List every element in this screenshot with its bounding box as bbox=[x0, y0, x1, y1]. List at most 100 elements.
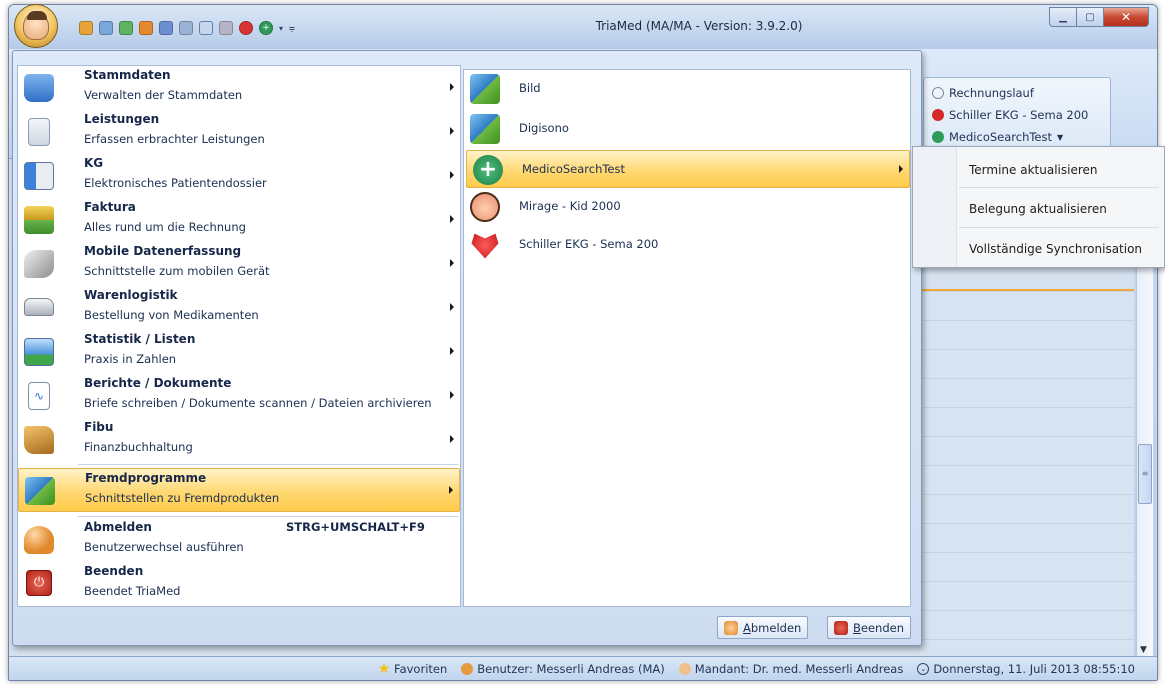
status-user-label: Benutzer: Messerli Andreas (MA) bbox=[477, 661, 665, 676]
minimize-button[interactable]: ▁ bbox=[1049, 7, 1076, 27]
menu-item-desc: Bestellung von Medikamenten bbox=[84, 308, 259, 322]
logout-button[interactable]: Abmelden bbox=[717, 616, 809, 639]
menu-item-title: KG bbox=[84, 156, 104, 170]
application-orb-button[interactable] bbox=[14, 4, 58, 48]
menu-item-desc: Schnittstelle zum mobilen Gerät bbox=[84, 264, 270, 278]
menu-item-stammdaten[interactable]: Stammdaten Verwalten der Stammdaten bbox=[18, 66, 460, 110]
submenu-arrow-icon bbox=[449, 486, 453, 494]
menu-item-shortcut: STRG+UMSCHALT+F9 bbox=[286, 520, 425, 534]
menu-item-desc: Verwalten der Stammdaten bbox=[84, 88, 243, 102]
submenu-arrow-icon bbox=[450, 83, 454, 91]
qat-heart-icon[interactable] bbox=[239, 21, 253, 35]
heart-icon bbox=[932, 109, 944, 121]
medical-cross-icon bbox=[932, 131, 944, 143]
qat-dropdown-icon[interactable]: ▾ bbox=[279, 24, 283, 33]
menu-item-desc: Schnittstellen zu Fremdprodukten bbox=[85, 491, 280, 505]
menu-item-title: Mobile Datenerfassung bbox=[84, 244, 242, 258]
scroll-down-arrow-icon[interactable]: ▼ bbox=[1140, 645, 1147, 655]
maximize-button[interactable]: ▢ bbox=[1076, 7, 1103, 27]
menu-item-desc: Elektronisches Patientendossier bbox=[84, 176, 267, 190]
calendar-grid[interactable] bbox=[919, 289, 1134, 649]
logout-label-accesskey: A bbox=[743, 620, 751, 635]
qat-customize-icon[interactable]: ⩦ bbox=[289, 23, 295, 34]
menu-item-desc: Benutzerwechsel ausführen bbox=[84, 540, 244, 554]
ribbon-item-rechnungslauf[interactable]: Rechnungslauf bbox=[932, 86, 1034, 100]
menu-separator bbox=[78, 464, 458, 465]
clock-icon: ⌄ bbox=[917, 662, 930, 675]
menu-main-list: Stammdaten Verwalten der Stammdaten Leis… bbox=[17, 65, 461, 607]
ribbon-item-medicosearch[interactable]: MedicoSearchTest ▼ bbox=[932, 130, 1063, 144]
flyout-item-synchronisation[interactable]: Vollständige Synchronisation bbox=[969, 242, 1142, 256]
status-favorites[interactable]: Favoriten bbox=[378, 662, 447, 676]
exit-label-accesskey: B bbox=[853, 620, 861, 635]
menu-item-beenden[interactable]: ⏻ Beenden Beendet TriaMed bbox=[18, 562, 460, 606]
user-lock-icon bbox=[724, 620, 738, 635]
scrollbar-thumb[interactable]: ≡ bbox=[1138, 444, 1152, 504]
puzzle-icon bbox=[470, 74, 500, 104]
submenu-item-bild[interactable]: Bild bbox=[464, 70, 910, 108]
ribbon-item-schiller[interactable]: Schiller EKG - Sema 200 bbox=[932, 108, 1088, 122]
submenu-item-mirage[interactable]: Mirage - Kid 2000 bbox=[464, 188, 910, 226]
qat-window-icon[interactable] bbox=[199, 21, 213, 35]
menu-item-faktura[interactable]: Faktura Alles rund um die Rechnung bbox=[18, 198, 460, 242]
menu-item-abmelden[interactable]: Abmelden STRG+UMSCHALT+F9 Benutzerwechse… bbox=[18, 518, 460, 562]
menu-item-fibu[interactable]: Fibu Finanzbuchhaltung bbox=[18, 418, 460, 462]
power-icon: ⏻ bbox=[26, 570, 52, 596]
menu-item-mobile[interactable]: Mobile Datenerfassung Schnittstelle zum … bbox=[18, 242, 460, 286]
qat-tool-icon[interactable] bbox=[79, 21, 93, 35]
baby-face-icon bbox=[470, 192, 500, 222]
qat-check-icon[interactable] bbox=[119, 21, 133, 35]
quick-access-toolbar: + ▾ ⩦ bbox=[79, 21, 295, 35]
link-icon bbox=[932, 87, 944, 99]
qat-link-icon[interactable] bbox=[219, 21, 233, 35]
ribbon-item-label: Rechnungslauf bbox=[949, 86, 1034, 100]
submenu-item-label: Schiller EKG - Sema 200 bbox=[519, 237, 659, 251]
menu-item-leistungen[interactable]: Leistungen Erfassen erbrachter Leistunge… bbox=[18, 110, 460, 154]
submenu-item-label: Bild bbox=[519, 81, 541, 95]
ribbon-item-label: MedicoSearchTest bbox=[949, 130, 1053, 144]
menu-item-fremdprogramme[interactable]: Fremdprogramme Schnittstellen zu Fremdpr… bbox=[18, 468, 460, 512]
exit-label: Beenden bbox=[853, 621, 904, 635]
exit-label-rest: eenden bbox=[860, 620, 904, 635]
flyout-separator bbox=[959, 227, 1159, 228]
submenu-item-label: Digisono bbox=[519, 121, 569, 135]
submenu-item-medicosearchtest[interactable]: + MedicoSearchTest bbox=[466, 150, 910, 188]
qat-people-icon[interactable] bbox=[99, 21, 113, 35]
qat-list-icon[interactable] bbox=[179, 21, 193, 35]
medical-cross-icon: + bbox=[473, 155, 503, 185]
submenu-arrow-icon bbox=[899, 165, 903, 173]
doctor-avatar-icon bbox=[23, 11, 49, 40]
menu-item-title: Abmelden bbox=[84, 520, 152, 534]
qat-arrow-icon[interactable] bbox=[159, 21, 173, 35]
power-icon bbox=[834, 620, 848, 635]
menu-item-warenlogistik[interactable]: Warenlogistik Bestellung von Medikamente… bbox=[18, 286, 460, 330]
medicosearch-flyout-menu: Termine aktualisieren Belegung aktualisi… bbox=[912, 146, 1165, 268]
flyout-item-belegung[interactable]: Belegung aktualisieren bbox=[969, 202, 1107, 216]
submenu-arrow-icon bbox=[450, 127, 454, 135]
window-controls: ▁ ▢ ✕ bbox=[1049, 7, 1149, 27]
qat-medical-cross-icon[interactable]: + bbox=[259, 21, 273, 35]
menu-item-berichte[interactable]: ∿ Berichte / Dokumente Briefe schreiben … bbox=[18, 374, 460, 418]
menu-item-desc: Praxis in Zahlen bbox=[84, 352, 177, 366]
menu-item-title: Beenden bbox=[84, 564, 144, 578]
submenu-item-digisono[interactable]: Digisono bbox=[464, 110, 910, 148]
close-button[interactable]: ✕ bbox=[1103, 7, 1149, 27]
menu-item-kg[interactable]: KG Elektronisches Patientendossier bbox=[18, 154, 460, 198]
submenu-arrow-icon bbox=[450, 391, 454, 399]
menu-item-statistik[interactable]: Statistik / Listen Praxis in Zahlen bbox=[18, 330, 460, 374]
flyout-item-termine[interactable]: Termine aktualisieren bbox=[969, 163, 1097, 177]
submenu-item-label: MedicoSearchTest bbox=[522, 162, 626, 176]
exit-button[interactable]: Beenden bbox=[827, 616, 911, 639]
submenu-item-schiller[interactable]: Schiller EKG - Sema 200 bbox=[464, 226, 910, 264]
submenu-arrow-icon bbox=[450, 435, 454, 443]
patient-card-icon bbox=[24, 162, 54, 190]
menu-item-title: Faktura bbox=[84, 200, 136, 214]
database-icon bbox=[24, 74, 54, 102]
qat-hand-icon[interactable] bbox=[139, 21, 153, 35]
status-mandant-label: Mandant: Dr. med. Messerli Andreas bbox=[694, 661, 904, 676]
menu-item-desc: Erfassen erbrachter Leistungen bbox=[84, 132, 265, 146]
submenu-arrow-icon bbox=[450, 347, 454, 355]
puzzle-icon bbox=[25, 477, 55, 505]
flyout-separator bbox=[959, 187, 1159, 188]
flyout-icon-gutter bbox=[913, 147, 957, 267]
